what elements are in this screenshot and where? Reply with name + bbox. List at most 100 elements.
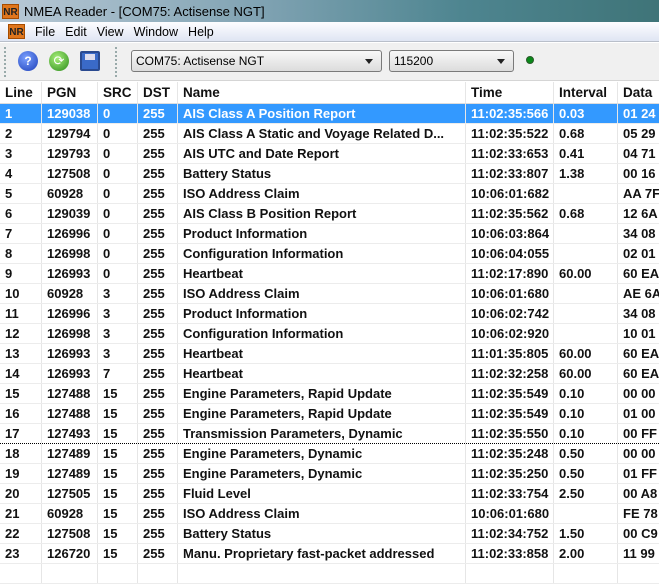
table-row[interactable]: 12 126998 3 255 Configuration Information 10:… (0, 324, 659, 344)
cell-pgn: 60928 (42, 504, 98, 523)
column-header-src[interactable]: SRC (98, 82, 138, 103)
column-header-line[interactable]: Line (0, 82, 42, 103)
column-header-name[interactable]: Name (178, 82, 466, 103)
cell-pgn: 126993 (42, 344, 98, 363)
table-row[interactable]: 21 60928 15 255 ISO Address Claim 10:06:01:68… (0, 504, 659, 524)
baud-select[interactable]: 115200 (389, 50, 514, 72)
cell-pgn: 126998 (42, 244, 98, 263)
cell-pgn: 127505 (42, 484, 98, 503)
menu-view[interactable]: View (97, 25, 124, 39)
column-header-pgn[interactable]: PGN (42, 82, 98, 103)
cell-src: 3 (98, 324, 138, 343)
cell-time: 11:02:35:549 (466, 384, 554, 403)
cell-time: 11:02:35:549 (466, 404, 554, 423)
cell-time: 10:06:04:055 (466, 244, 554, 263)
cell-src: 15 (98, 484, 138, 503)
cell-name: Configuration Information (178, 244, 466, 263)
table-row[interactable]: 17 127493 15 255 Transmission Parameters, Dy… (0, 424, 659, 444)
cell-name: ISO Address Claim (178, 284, 466, 303)
cell-time: 11:02:34:752 (466, 524, 554, 543)
table-row[interactable]: 8 126998 0 255 Configuration Information 10:0… (0, 244, 659, 264)
cell-time: 11:02:35:522 (466, 124, 554, 143)
cell-data: 12 6A (623, 206, 658, 221)
column-header-interval[interactable]: Interval (554, 82, 618, 103)
cell-pgn: 127488 (42, 384, 98, 403)
table-row[interactable]: 2 129794 0 255 AIS Class A Static and Voyage… (0, 124, 659, 144)
cell-name: AIS Class A Static and Voyage Related D.… (178, 124, 466, 143)
table-row[interactable]: 10 60928 3 255 ISO Address Claim 10:06:01:680… (0, 284, 659, 304)
cell-line: 23 (0, 544, 42, 563)
cell-line: 12 (0, 324, 42, 343)
cell-line: 3 (0, 144, 42, 163)
cell-src: 15 (98, 404, 138, 423)
cell-name: Transmission Parameters, Dynamic (178, 424, 466, 443)
cell-interval: 0.68 (554, 124, 618, 143)
cell-data: 34 08 (623, 306, 656, 321)
cell-time: 10:06:02:920 (466, 324, 554, 343)
table-row[interactable]: 3 129793 0 255 AIS UTC and Date Report 11:02:… (0, 144, 659, 164)
column-header-data[interactable]: Data (618, 82, 659, 103)
cell-time: 11:02:17:890 (466, 264, 554, 283)
cell-line: 18 (0, 444, 42, 463)
cell-line: 9 (0, 264, 42, 283)
cell-time: 11:02:33:807 (466, 164, 554, 183)
cell-interval: 2.50 (554, 484, 618, 503)
menu-window[interactable]: Window (134, 25, 178, 39)
table-row[interactable]: 20 127505 15 255 Fluid Level 11:02:33:754 2.50… (0, 484, 659, 504)
cell-pgn: 126993 (42, 364, 98, 383)
table-row[interactable]: 16 127488 15 255 Engine Parameters, Rapid Up… (0, 404, 659, 424)
table-row[interactable]: 14 126993 7 255 Heartbeat 11:02:32:258 60.00 60… (0, 364, 659, 384)
cell-data: 01 00 (623, 406, 656, 421)
table-row[interactable]: 13 126993 3 255 Heartbeat 11:01:35:805 60.00 60… (0, 344, 659, 364)
app-menu-icon[interactable]: NR (8, 24, 25, 39)
cell-dst: 255 (138, 284, 178, 303)
cell-name: AIS UTC and Date Report (178, 144, 466, 163)
cell-interval (554, 284, 618, 303)
table-row[interactable]: 22 127508 15 255 Battery Status 11:02:34:752 1… (0, 524, 659, 544)
cell-data: AA 7F (623, 186, 659, 201)
window-title: NMEA Reader - [COM75: Actisense NGT] (24, 3, 265, 19)
port-select[interactable]: COM75: Actisense NGT (131, 50, 382, 72)
cell-line: 13 (0, 344, 42, 363)
table-row[interactable]: 15 127488 15 255 Engine Parameters, Rapid Up… (0, 384, 659, 404)
cell-pgn: 60928 (42, 284, 98, 303)
toolbar-grip[interactable] (4, 47, 7, 77)
save-icon[interactable] (80, 51, 100, 71)
cell-interval: 0.10 (554, 384, 618, 403)
table-row[interactable]: 9 126993 0 255 Heartbeat 11:02:17:890 60.00 60 … (0, 264, 659, 284)
table-row[interactable]: 6 129039 0 255 AIS Class B Position Report 11… (0, 204, 659, 224)
help-icon[interactable]: ? (18, 51, 38, 71)
menu-help[interactable]: Help (188, 25, 214, 39)
cell-src: 3 (98, 304, 138, 323)
table-row[interactable]: 18 127489 15 255 Engine Parameters, Dynamic 1… (0, 444, 659, 464)
cell-src: 15 (98, 384, 138, 403)
cell-time: 11:02:32:258 (466, 364, 554, 383)
cell-data: 02 01 (623, 246, 656, 261)
cell-data: 60 EA (623, 266, 659, 281)
table-row[interactable]: 5 60928 0 255 ISO Address Claim 10:06:01:682 A… (0, 184, 659, 204)
cell-data: 01 24 (623, 106, 656, 121)
cell-line: 17 (0, 424, 42, 443)
table-row[interactable]: 7 126996 0 255 Product Information 10:06:03:8… (0, 224, 659, 244)
menu-file[interactable]: File (35, 25, 55, 39)
title-bar: NR NMEA Reader - [COM75: Actisense NGT] (0, 0, 659, 22)
table-row[interactable]: 11 126996 3 255 Product Information 10:06:02:… (0, 304, 659, 324)
cell-name: Battery Status (178, 524, 466, 543)
cell-dst: 255 (138, 424, 178, 443)
column-header-time[interactable]: Time (466, 82, 554, 103)
baud-value: 115200 (394, 54, 434, 68)
table-row[interactable]: 4 127508 0 255 Battery Status 11:02:33:807 1.3… (0, 164, 659, 184)
cell-src: 0 (98, 104, 138, 123)
table-row-partial[interactable] (0, 564, 659, 584)
cell-src: 0 (98, 184, 138, 203)
cell-time: 11:02:33:754 (466, 484, 554, 503)
refresh-icon[interactable]: ⟳ (49, 51, 69, 71)
column-header-dst[interactable]: DST (138, 82, 178, 103)
cell-dst: 255 (138, 144, 178, 163)
table-row[interactable]: 1 129038 0 255 AIS Class A Position Report 11… (0, 104, 659, 124)
menu-edit[interactable]: Edit (65, 25, 87, 39)
cell-src: 0 (98, 144, 138, 163)
table-row[interactable]: 19 127489 15 255 Engine Parameters, Dynamic 1… (0, 464, 659, 484)
toolbar-grip[interactable] (115, 47, 118, 77)
table-row[interactable]: 23 126720 15 255 Manu. Proprietary fast-pack… (0, 544, 659, 564)
